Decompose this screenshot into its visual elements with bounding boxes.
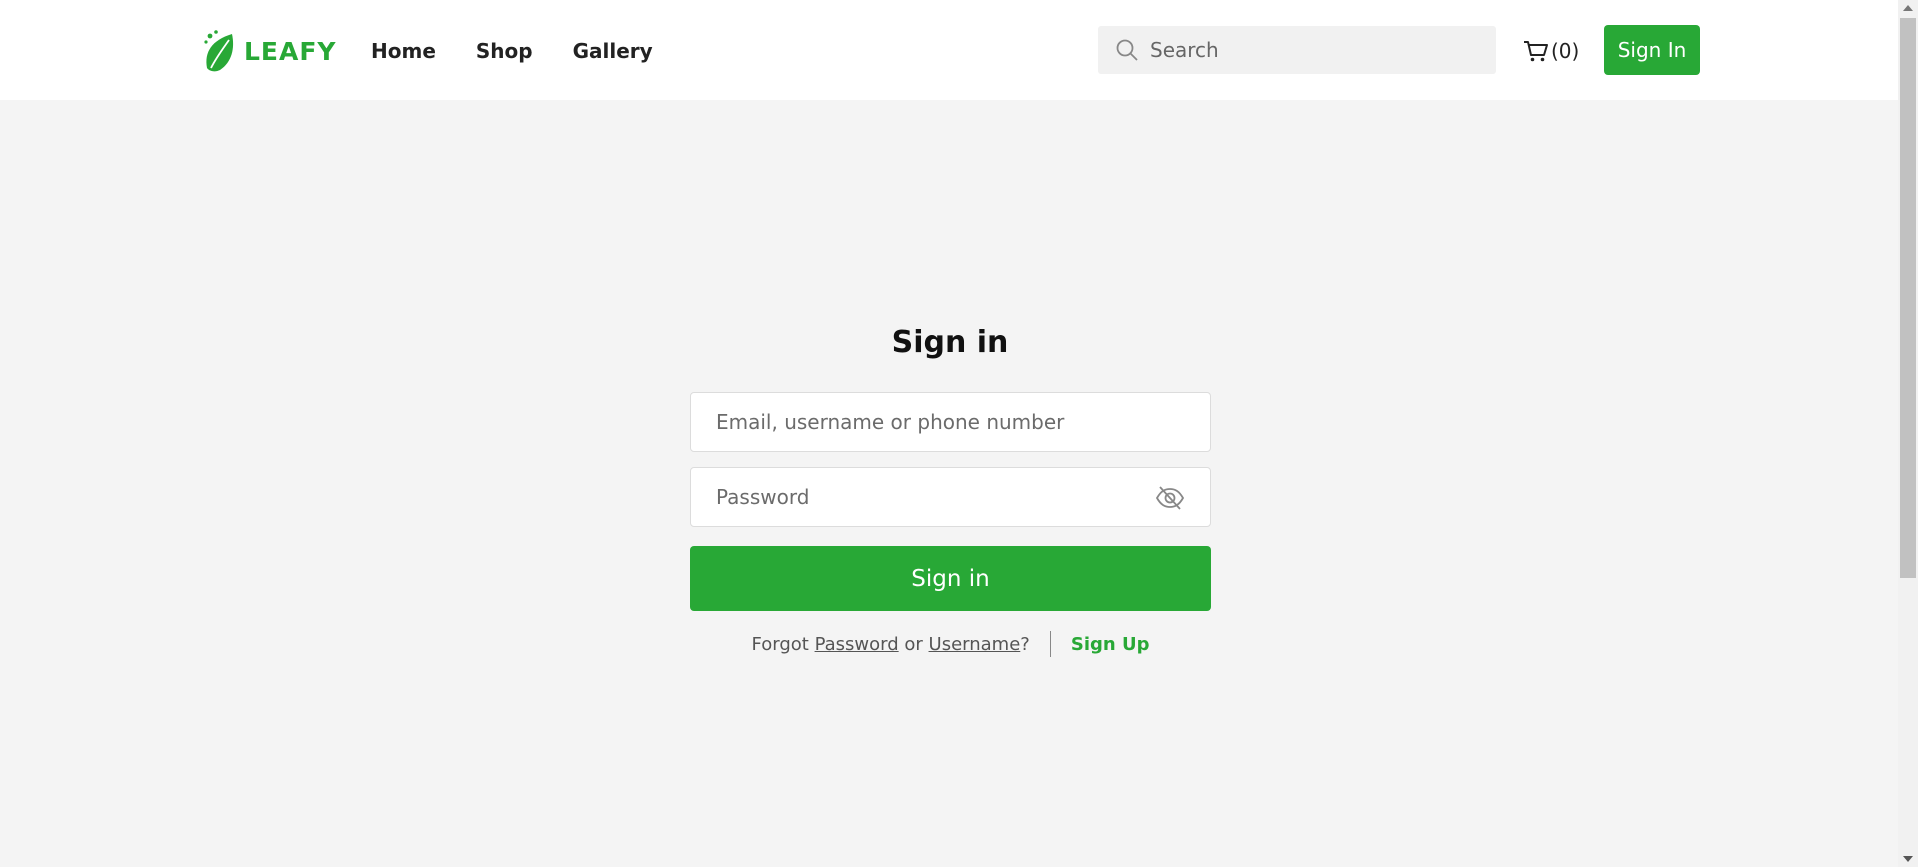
forgot-suffix-text: ? bbox=[1020, 633, 1030, 655]
forgot-password-link[interactable]: Password bbox=[815, 634, 899, 655]
scroll-down-arrow-icon[interactable] bbox=[1898, 851, 1918, 867]
cart-count: (0) bbox=[1551, 39, 1580, 63]
main-nav: Home Shop Gallery bbox=[371, 38, 693, 64]
signin-help-links: Forgot Password or Username? Sign Up bbox=[690, 630, 1211, 658]
brand-logo[interactable]: LEAFY bbox=[202, 28, 337, 74]
scrollbar-thumb[interactable] bbox=[1900, 18, 1916, 578]
search-input[interactable] bbox=[1150, 38, 1470, 62]
cart-button[interactable]: (0) bbox=[1523, 36, 1579, 66]
email-field[interactable] bbox=[690, 392, 1211, 452]
nav-home-link[interactable]: Home bbox=[371, 38, 436, 64]
brand-name: LEAFY bbox=[244, 36, 337, 66]
password-field[interactable] bbox=[690, 467, 1211, 527]
header-signin-button[interactable]: Sign In bbox=[1604, 25, 1700, 75]
nav-gallery-link[interactable]: Gallery bbox=[573, 38, 653, 64]
password-input[interactable] bbox=[716, 485, 1156, 509]
nav-shop-link[interactable]: Shop bbox=[476, 38, 533, 64]
vertical-scrollbar[interactable] bbox=[1898, 0, 1918, 867]
eye-off-icon[interactable] bbox=[1155, 484, 1185, 512]
cart-icon bbox=[1524, 41, 1548, 62]
page: LEAFY Home Shop Gallery (0) Sig bbox=[0, 0, 1898, 867]
scroll-up-arrow-icon[interactable] bbox=[1898, 0, 1918, 16]
forgot-username-link[interactable]: Username bbox=[929, 634, 1021, 655]
search-icon bbox=[1114, 37, 1140, 63]
signin-submit-button[interactable]: Sign in bbox=[690, 546, 1211, 611]
search-box[interactable] bbox=[1098, 26, 1496, 74]
signup-link[interactable]: Sign Up bbox=[1071, 634, 1150, 655]
email-input[interactable] bbox=[716, 410, 1156, 434]
forgot-prefix-text: Forgot bbox=[751, 633, 809, 655]
signin-title: Sign in bbox=[891, 325, 1009, 360]
forgot-or-text: or bbox=[904, 633, 923, 655]
site-header: LEAFY Home Shop Gallery (0) Sig bbox=[0, 0, 1898, 100]
divider bbox=[1049, 631, 1051, 657]
leaf-logo-icon bbox=[204, 30, 234, 72]
